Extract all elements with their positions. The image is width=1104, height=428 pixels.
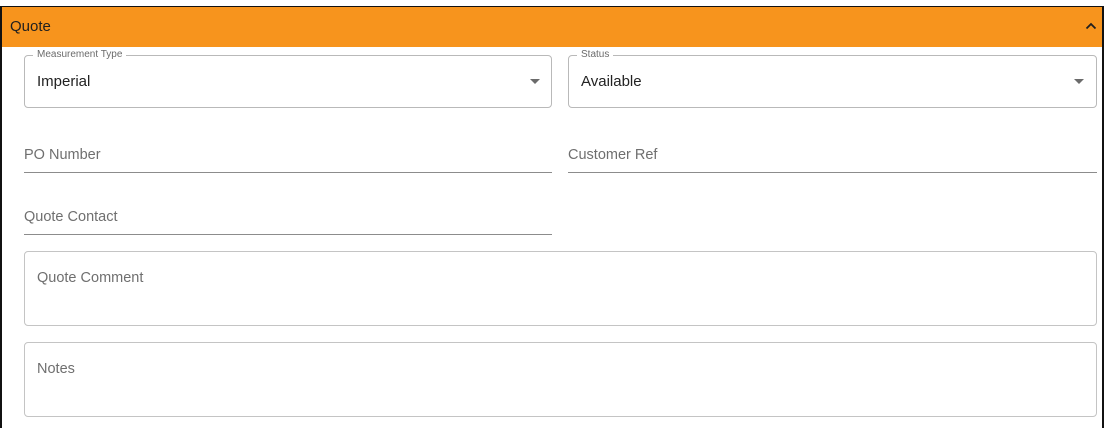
measurement-type-label: Measurement Type [33, 49, 127, 61]
dropdown-arrow-icon [1074, 79, 1084, 84]
chevron-up-icon [1085, 22, 1097, 30]
customer-ref-placeholder: Customer Ref [568, 147, 658, 163]
measurement-type-select[interactable]: Measurement Type Imperial [24, 49, 552, 108]
po-number-placeholder: PO Number [24, 147, 101, 163]
customer-ref-field[interactable]: Customer Ref [568, 139, 1097, 173]
collapse-button[interactable] [1082, 15, 1102, 39]
status-label: Status [577, 49, 614, 61]
notes-textarea[interactable]: Notes [24, 342, 1097, 417]
quote-contact-field[interactable]: Quote Contact [24, 201, 552, 235]
panel-border-left [0, 6, 2, 428]
quote-panel-header[interactable]: Quote [2, 6, 1102, 47]
status-value: Available [581, 73, 642, 90]
quote-comment-textarea[interactable]: Quote Comment [24, 251, 1097, 326]
measurement-type-value: Imperial [37, 73, 91, 90]
po-number-field[interactable]: PO Number [24, 139, 552, 173]
quote-contact-placeholder: Quote Contact [24, 209, 118, 225]
status-select[interactable]: Status Available [568, 49, 1097, 108]
panel-title: Quote [10, 18, 51, 35]
quote-panel: Quote Measurement Type Imperial Status A… [0, 0, 1104, 428]
quote-comment-placeholder: Quote Comment [37, 270, 144, 286]
notes-placeholder: Notes [37, 361, 75, 377]
dropdown-arrow-icon [530, 79, 540, 84]
